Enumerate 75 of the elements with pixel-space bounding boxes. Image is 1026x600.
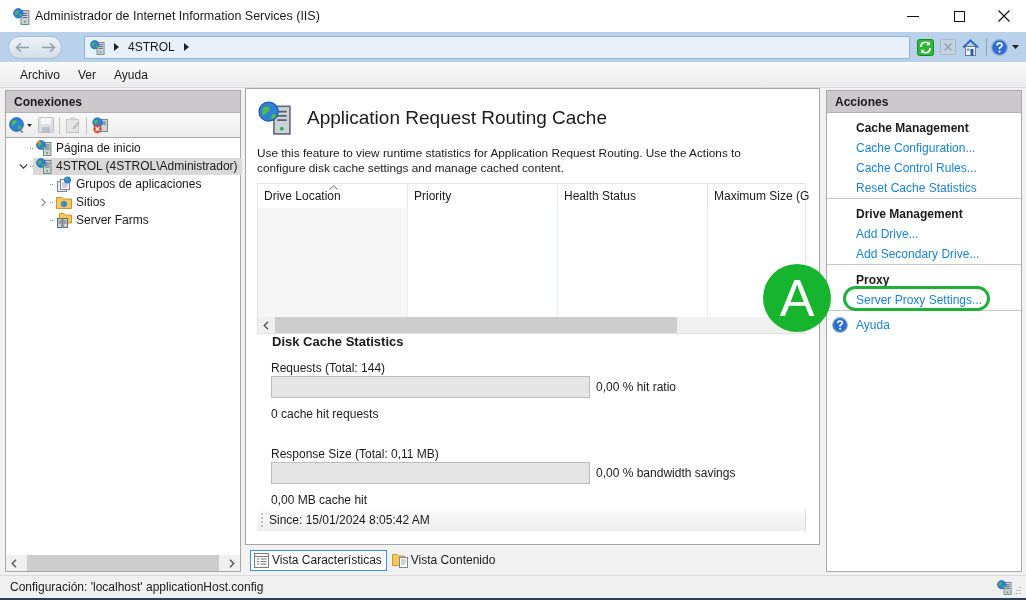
globe-server-icon: [13, 7, 30, 25]
view-tab[interactable]: Vista Características: [250, 549, 387, 571]
tree-item[interactable]: Server Farms: [53, 211, 153, 229]
menu-item[interactable]: Ayuda: [107, 64, 155, 85]
since-text: Since: 15/01/2024 8:05:42 AM: [269, 513, 430, 527]
refresh-icon[interactable]: [917, 38, 934, 56]
close-icon: [998, 10, 1010, 22]
action-group-title: Cache Management: [855, 120, 970, 137]
help-icon[interactable]: [991, 38, 1008, 56]
action-link[interactable]: Reset Cache Statistics: [856, 181, 977, 195]
scrollbar-thumb[interactable]: [27, 555, 219, 571]
column-header[interactable]: Maximum Size (G: [708, 184, 810, 208]
feature-description: Use this feature to view runtime statistics for Application Request Routing. Use the Actions to configure disk cache settings and manage cached content.: [257, 146, 742, 176]
resize-grip-icon[interactable]: [1014, 586, 1022, 594]
column-header[interactable]: Priority: [408, 184, 558, 208]
menu-item[interactable]: Ver: [71, 64, 104, 85]
panel-header: Acciones: [827, 91, 1021, 113]
action-link[interactable]: Add Drive...: [856, 227, 919, 241]
status-text: Configuración: 'localhost' applicationHost.config: [10, 580, 264, 594]
panel-header: Conexiones: [6, 91, 240, 113]
folder-globe-icon: [56, 194, 72, 210]
globe-server-icon: [36, 140, 52, 156]
view-tab[interactable]: Vista Contenido: [387, 549, 501, 571]
action-link[interactable]: Add Secondary Drive...: [856, 247, 980, 261]
minimize-icon: [907, 15, 919, 17]
horizontal-scrollbar[interactable]: [258, 317, 805, 333]
home-icon[interactable]: [962, 38, 979, 56]
help-icon: [832, 317, 848, 333]
globe-server-icon: [997, 579, 1012, 595]
sort-caret-icon: [329, 185, 338, 190]
folder-servers-icon: [56, 212, 72, 228]
section-title: Disk Cache Statistics: [272, 334, 405, 349]
chevron-right-icon[interactable]: [38, 197, 48, 207]
globe-caret-icon[interactable]: [9, 117, 33, 133]
left-arrow-icon: [14, 41, 30, 53]
scroll-left-icon[interactable]: [263, 320, 269, 330]
help-link[interactable]: Ayuda: [856, 318, 890, 332]
menu-item[interactable]: Archivo: [13, 64, 67, 85]
scroll-left-icon[interactable]: [11, 558, 17, 568]
globe-server-icon: [36, 158, 52, 174]
right-arrow-icon: [40, 41, 56, 53]
folder-page-icon: [391, 552, 408, 568]
breadcrumb-arrow-icon[interactable]: [183, 43, 189, 51]
window-title: Administrador de Internet Information Services (IIS): [35, 9, 320, 23]
breadcrumb-item[interactable]: 4STROL: [128, 40, 175, 54]
globe-server-cross-icon[interactable]: [92, 116, 109, 134]
stat-reading: 0,00 % bandwidth savings: [596, 466, 736, 480]
globe-server-icon: [90, 39, 105, 55]
grid-page-icon: [254, 552, 269, 568]
stat-label: Response Size (Total: 0,11 MB): [271, 447, 440, 461]
stat-detail: 0 cache hit requests: [271, 407, 380, 421]
stat-detail: 0,00 MB cache hit: [271, 493, 369, 507]
tree-item[interactable]: 4STROL (4STROL\Administrador): [33, 157, 242, 175]
globe-server-icon: [258, 101, 292, 135]
action-link[interactable]: Server Proxy Settings...: [856, 293, 983, 307]
column-header[interactable]: Health Status: [558, 184, 708, 208]
stat-label: Requests (Total: 144): [271, 361, 387, 375]
tree-item[interactable]: Grupos de aplicaciones: [53, 175, 206, 193]
breadcrumb-arrow-icon[interactable]: [114, 43, 119, 51]
maximize-icon: [953, 10, 965, 22]
horizontal-scrollbar[interactable]: [6, 555, 240, 571]
tree-item[interactable]: Página de inicio: [33, 139, 145, 157]
action-link[interactable]: Cache Configuration...: [856, 141, 976, 155]
stat-reading: 0,00 % hit ratio: [596, 380, 677, 394]
dropdown-caret-icon[interactable]: [1012, 45, 1019, 49]
scroll-right-icon[interactable]: [229, 558, 235, 568]
pages-globe-icon: [56, 176, 72, 192]
action-group-title: Proxy: [855, 272, 891, 289]
action-group-title: Drive Management: [855, 206, 964, 223]
chevron-down-icon[interactable]: [18, 161, 28, 171]
tree-item[interactable]: Sitios: [53, 193, 110, 211]
action-link[interactable]: Cache Control Rules...: [856, 161, 977, 175]
scrollbar-thumb[interactable]: [275, 317, 677, 333]
feature-title: Application Request Routing Cache: [307, 107, 607, 129]
address-field[interactable]: 4STROL: [84, 35, 910, 59]
